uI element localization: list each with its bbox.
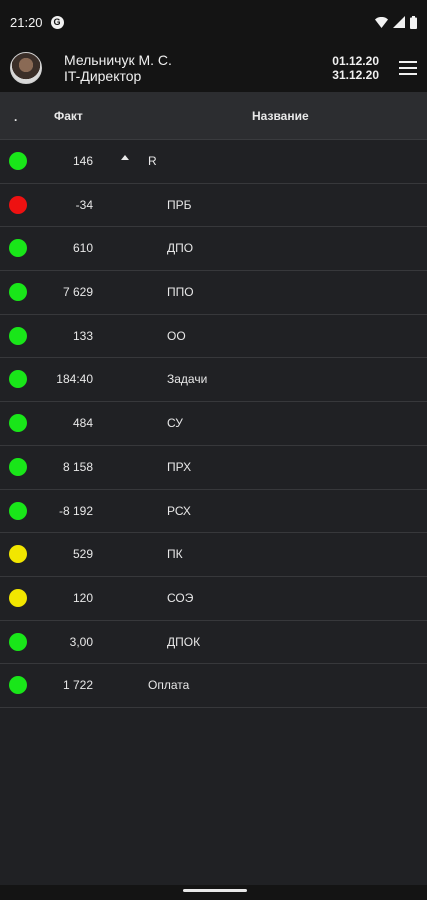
status-dot-icon (9, 370, 27, 389)
status-dot-icon (9, 326, 27, 345)
fact-value: 184:40 (56, 372, 93, 387)
table-row[interactable]: 7 629 ППО (0, 271, 427, 315)
status-dot-icon (9, 501, 27, 520)
fact-value: 610 (72, 241, 93, 256)
fact-value: 484 (72, 416, 93, 431)
fact-value: 133 (72, 328, 93, 343)
status-time: 21:20 (10, 14, 43, 30)
home-gesture-handle[interactable] (183, 889, 247, 892)
fact-value: 529 (72, 547, 93, 562)
signal-icon (393, 16, 405, 28)
row-name: СОЭ (167, 590, 194, 605)
row-name: ДПОК (167, 634, 201, 649)
row-name: Задачи (167, 372, 208, 387)
table-row[interactable]: 484 СУ (0, 402, 427, 446)
collapse-caret-icon[interactable] (121, 155, 129, 160)
fact-value: 7 629 (62, 285, 93, 300)
row-name: ППО (167, 285, 194, 300)
navigation-bar (0, 885, 427, 900)
wifi-icon (375, 16, 388, 28)
status-dot-icon (9, 632, 27, 651)
table-row[interactable]: 146 R (0, 140, 427, 184)
table-row[interactable]: 184:40 Задачи (0, 358, 427, 403)
column-status-header[interactable]: . (14, 110, 17, 124)
status-icons (375, 15, 417, 29)
fact-value: 8 158 (62, 459, 93, 474)
fact-value: 1 722 (62, 678, 93, 693)
row-name: ПРБ (167, 197, 192, 212)
table-row[interactable]: 3,00 ДПОК (0, 621, 427, 665)
app-bar: Мельничук М. С. IT-Директор 01.12.20 31.… (0, 44, 427, 92)
row-name: ПРХ (167, 459, 192, 474)
status-bar: 21:20 G (0, 0, 427, 44)
row-name: ДПО (167, 241, 194, 256)
status-dot-icon (9, 195, 27, 214)
row-name: ПК (167, 547, 183, 562)
user-name: Мельничук М. С. (64, 52, 172, 68)
user-role: IT-Директор (64, 68, 142, 84)
status-dot-icon (9, 457, 27, 476)
status-dot-icon (9, 152, 27, 170)
date-from: 01.12.20 (332, 54, 379, 68)
status-dot-icon (9, 676, 27, 695)
table-row[interactable]: 529 ПК (0, 533, 427, 577)
table-row[interactable]: 8 158 ПРХ (0, 446, 427, 490)
google-app-icon: G (50, 15, 64, 29)
status-dot-icon (9, 545, 27, 564)
table-row[interactable]: 133 ОО (0, 315, 427, 359)
fact-value: 146 (72, 154, 93, 168)
fact-value: 120 (72, 590, 93, 605)
date-to: 31.12.20 (332, 68, 379, 82)
row-name: ОО (167, 328, 186, 343)
user-info: Мельничук М. С. IT-Директор (64, 52, 172, 84)
fact-value: 3,00 (69, 634, 93, 649)
row-name: СУ (167, 416, 183, 431)
status-dot-icon (9, 414, 27, 433)
avatar[interactable] (10, 52, 42, 84)
status-dot-icon (9, 239, 27, 258)
column-name-header[interactable]: Название (252, 109, 309, 123)
row-name: РСХ (167, 503, 191, 518)
hamburger-menu-icon[interactable] (399, 61, 417, 75)
table-row[interactable]: 1 722 Оплата (0, 664, 427, 708)
table-row[interactable]: -8 192 РСХ (0, 490, 427, 534)
table-row[interactable]: -34 ПРБ (0, 184, 427, 228)
row-name: Оплата (148, 678, 190, 693)
table-header: . Факт Название (0, 92, 427, 140)
fact-value: -8 192 (58, 503, 93, 518)
table-row[interactable]: 610 ДПО (0, 227, 427, 272)
table-row[interactable]: 120 СОЭ (0, 577, 427, 621)
table-body: 146 R -34 ПРБ 610 ДПО 7 629 ППО 133 ОО 184:40 Задач… (0, 140, 427, 708)
row-name: R (148, 154, 157, 168)
fact-value: -34 (75, 197, 93, 212)
column-fact-header[interactable]: Факт (54, 109, 83, 123)
date-range[interactable]: 01.12.20 31.12.20 (332, 54, 379, 82)
battery-icon (410, 15, 417, 29)
status-dot-icon (9, 588, 27, 607)
status-dot-icon (9, 283, 27, 302)
